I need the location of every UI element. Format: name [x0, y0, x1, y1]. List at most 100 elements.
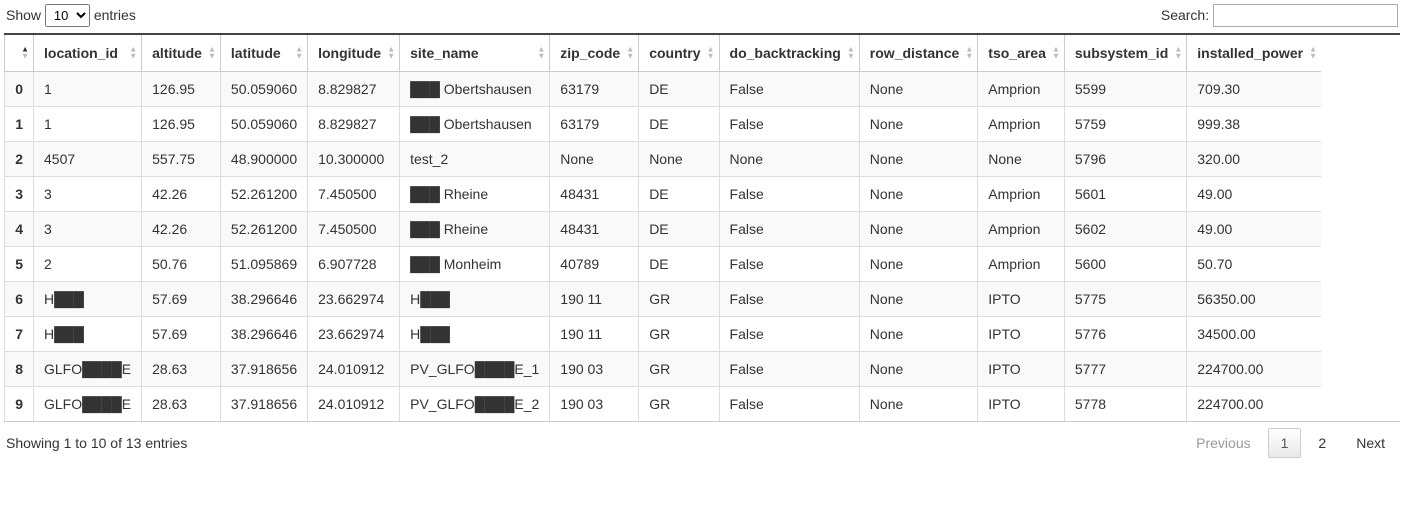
- column-header-label: tso_area: [988, 45, 1046, 61]
- cell-tso_area: IPTO: [978, 387, 1065, 422]
- cell-altitude: 42.26: [142, 177, 221, 212]
- cell-location_id: 1: [34, 72, 142, 107]
- table-scroll-wrap[interactable]: ▲▼location_id▲▼altitude▲▼latitude▲▼longi…: [4, 33, 1400, 422]
- cell-site_name: ███ Obertshausen: [400, 107, 550, 142]
- cell-row_distance: None: [859, 352, 977, 387]
- search-input[interactable]: [1213, 4, 1398, 27]
- row-index: 8: [5, 352, 34, 387]
- cell-zip_code: 63179: [550, 107, 639, 142]
- cell-location_id: GLFO████E: [34, 387, 142, 422]
- cell-location_id: H███: [34, 317, 142, 352]
- cell-longitude: 24.010912: [308, 387, 400, 422]
- cell-row_distance: None: [859, 107, 977, 142]
- cell-latitude: 52.261200: [220, 212, 307, 247]
- cell-altitude: 57.69: [142, 282, 221, 317]
- table-row: 7H███57.6938.29664623.662974H███190 11GR…: [5, 317, 1322, 352]
- column-header-altitude[interactable]: altitude ▲▼: [142, 35, 221, 72]
- column-header-label: altitude: [152, 45, 202, 61]
- column-header-installed_power[interactable]: installed_power ▲▼: [1187, 35, 1321, 72]
- column-header-subsystem_id[interactable]: subsystem_id▲▼: [1064, 35, 1186, 72]
- cell-longitude: 23.662974: [308, 317, 400, 352]
- column-header-tso_area[interactable]: tso_area ▲▼: [978, 35, 1065, 72]
- length-prefix: Show: [6, 7, 45, 23]
- cell-location_id: 3: [34, 212, 142, 247]
- cell-altitude: 50.76: [142, 247, 221, 282]
- sort-arrows-icon: ▲▼: [1309, 47, 1317, 60]
- cell-altitude: 42.26: [142, 212, 221, 247]
- cell-longitude: 10.300000: [308, 142, 400, 177]
- cell-zip_code: 48431: [550, 212, 639, 247]
- sort-arrows-icon: ▲▼: [208, 47, 216, 60]
- cell-longitude: 6.907728: [308, 247, 400, 282]
- cell-location_id: 1: [34, 107, 142, 142]
- cell-country: GR: [639, 387, 719, 422]
- column-header-site_name[interactable]: site_name▲▼: [400, 35, 550, 72]
- cell-latitude: 38.296646: [220, 317, 307, 352]
- column-header-location_id[interactable]: location_id▲▼: [34, 35, 142, 72]
- sort-arrows-icon: ▲▼: [1052, 47, 1060, 60]
- cell-do_backtracking: False: [719, 247, 859, 282]
- cell-row_distance: None: [859, 282, 977, 317]
- sort-arrows-icon: ▲▼: [295, 47, 303, 60]
- column-header-row_distance[interactable]: row_distance▲▼: [859, 35, 977, 72]
- cell-installed_power: 320.00: [1187, 142, 1321, 177]
- cell-altitude: 28.63: [142, 352, 221, 387]
- sort-arrows-icon: ▲▼: [707, 47, 715, 60]
- paginate-page-2[interactable]: 2: [1305, 428, 1339, 458]
- cell-installed_power: 224700.00: [1187, 352, 1321, 387]
- cell-subsystem_id: 5759: [1064, 107, 1186, 142]
- cell-zip_code: 190 03: [550, 352, 639, 387]
- cell-country: GR: [639, 352, 719, 387]
- sort-arrows-icon: ▲▼: [965, 47, 973, 60]
- cell-country: DE: [639, 177, 719, 212]
- column-header-country[interactable]: country▲▼: [639, 35, 719, 72]
- column-header-do_backtracking[interactable]: do_backtracking▲▼: [719, 35, 859, 72]
- table-row: 01126.9550.0590608.829827███ Obertshause…: [5, 72, 1322, 107]
- cell-latitude: 52.261200: [220, 177, 307, 212]
- cell-zip_code: 190 03: [550, 387, 639, 422]
- cell-longitude: 7.450500: [308, 177, 400, 212]
- paginate-next[interactable]: Next: [1343, 428, 1398, 458]
- cell-tso_area: Amprion: [978, 212, 1065, 247]
- cell-tso_area: Amprion: [978, 72, 1065, 107]
- pagination: Previous12Next: [1183, 428, 1398, 458]
- cell-site_name: PV_GLFO████E_2: [400, 387, 550, 422]
- cell-latitude: 37.918656: [220, 352, 307, 387]
- column-header-index[interactable]: ▲▼: [5, 35, 34, 72]
- cell-longitude: 8.829827: [308, 72, 400, 107]
- column-header-label: do_backtracking: [730, 45, 841, 61]
- cell-tso_area: Amprion: [978, 107, 1065, 142]
- column-header-zip_code[interactable]: zip_code▲▼: [550, 35, 639, 72]
- sort-arrows-icon: ▲▼: [626, 47, 634, 60]
- cell-subsystem_id: 5775: [1064, 282, 1186, 317]
- cell-row_distance: None: [859, 387, 977, 422]
- cell-do_backtracking: False: [719, 317, 859, 352]
- cell-zip_code: 63179: [550, 72, 639, 107]
- cell-altitude: 126.95: [142, 107, 221, 142]
- sort-arrows-icon: ▲▼: [387, 47, 395, 60]
- sort-arrows-icon: ▲▼: [1174, 47, 1182, 60]
- cell-subsystem_id: 5600: [1064, 247, 1186, 282]
- column-header-label: installed_power: [1197, 45, 1303, 61]
- column-header-latitude[interactable]: latitude▲▼: [220, 35, 307, 72]
- row-index: 9: [5, 387, 34, 422]
- length-select[interactable]: 10: [45, 4, 90, 27]
- column-header-longitude[interactable]: longitude▲▼: [308, 35, 400, 72]
- paginate-page-1[interactable]: 1: [1268, 428, 1302, 458]
- cell-latitude: 51.095869: [220, 247, 307, 282]
- table-row: 4342.2652.2612007.450500███ Rheine48431D…: [5, 212, 1322, 247]
- cell-installed_power: 56350.00: [1187, 282, 1321, 317]
- cell-country: DE: [639, 247, 719, 282]
- cell-installed_power: 49.00: [1187, 212, 1321, 247]
- cell-longitude: 24.010912: [308, 352, 400, 387]
- cell-do_backtracking: False: [719, 282, 859, 317]
- table-row: 6H███57.6938.29664623.662974H███190 11GR…: [5, 282, 1322, 317]
- cell-subsystem_id: 5778: [1064, 387, 1186, 422]
- cell-longitude: 7.450500: [308, 212, 400, 247]
- data-table: ▲▼location_id▲▼altitude▲▼latitude▲▼longi…: [4, 35, 1321, 421]
- cell-site_name: ███ Rheine: [400, 177, 550, 212]
- row-index: 7: [5, 317, 34, 352]
- cell-site_name: ███ Rheine: [400, 212, 550, 247]
- cell-zip_code: 40789: [550, 247, 639, 282]
- table-row: 11126.9550.0590608.829827███ Obertshause…: [5, 107, 1322, 142]
